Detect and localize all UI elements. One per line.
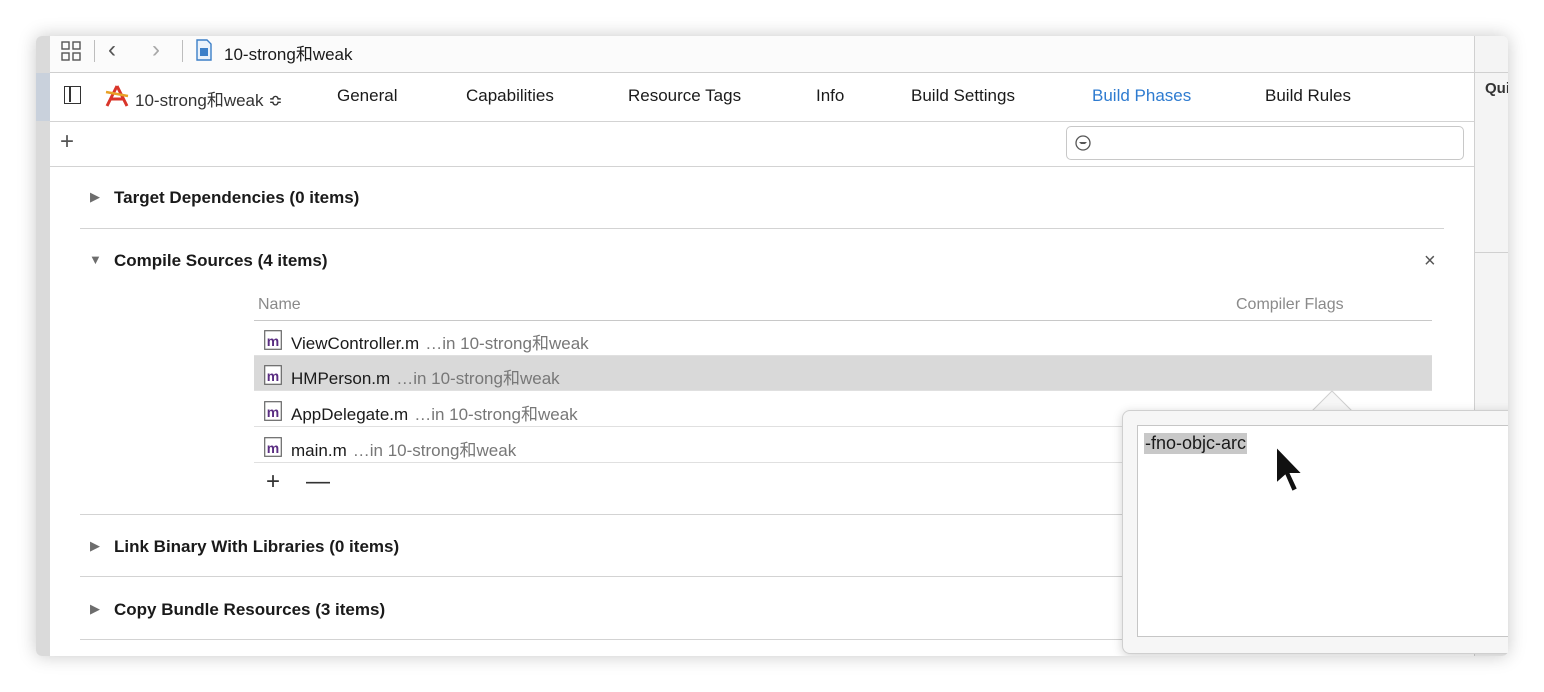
compiler-flags-editor[interactable]: -fno-objc-arc [1137,425,1508,637]
m-file-icon: m [264,437,282,457]
svg-text:m: m [267,333,279,349]
disclosure-expanded-icon[interactable]: ▼ [89,252,102,267]
m-file-icon: m [264,330,282,350]
row-filename: AppDelegate.m [291,405,409,424]
section-link-binary[interactable]: Link Binary With Libraries (0 items) [114,537,399,557]
inspector-divider [1475,252,1508,253]
chevron-left-icon[interactable]: ‹ [108,37,116,63]
section-target-dependencies[interactable]: Target Dependencies (0 items) [114,188,359,208]
row-target-membership: …in 10-strong和weak [396,369,560,388]
filter-bar: + [50,122,1474,167]
tab-build-rules[interactable]: Build Rules [1265,86,1351,106]
editor-tab-bar: 10-strong和weak ≎ General Capabilities Re… [50,73,1474,122]
table-row-selected[interactable]: m HMPerson.m …in 10-strong和weak [254,356,1432,391]
row-filename: ViewController.m [291,334,420,353]
target-selector[interactable]: 10-strong和weak ≎ [135,86,282,111]
mouse-pointer-icon [1275,444,1306,494]
file-icon [196,39,212,61]
tab-build-settings[interactable]: Build Settings [911,86,1015,106]
jumpbar-title[interactable]: 10-strong和weak [224,40,353,65]
left-gutter [36,36,50,656]
row-filename: HMPerson.m [291,369,391,388]
remove-source-button[interactable]: — [306,470,330,494]
plus-icon[interactable]: + [60,128,74,156]
jumpbar-separator [182,40,183,62]
disclosure-collapsed-icon[interactable]: ▶ [90,601,100,617]
tab-capabilities[interactable]: Capabilities [466,86,554,106]
tab-resource-tags[interactable]: Resource Tags [628,86,741,106]
filter-icon [1075,135,1091,151]
close-icon[interactable]: × [1424,250,1436,273]
row-filename: main.m [291,441,347,460]
svg-text:m: m [267,404,279,420]
disclosure-collapsed-icon[interactable]: ▶ [90,538,100,554]
tab-info[interactable]: Info [816,86,844,106]
svg-text:m: m [267,440,279,456]
app-target-icon[interactable] [104,84,130,108]
filter-field[interactable] [1066,126,1464,160]
row-target-membership: …in 10-strong和weak [425,334,589,353]
svg-text:m: m [267,368,279,384]
sidebar-toggle-icon[interactable] [64,86,81,104]
column-header-compiler-flags[interactable]: Compiler Flags [1236,296,1344,314]
chevron-right-icon[interactable]: › [152,37,160,63]
column-header-name[interactable]: Name [258,296,301,314]
m-file-icon: m [264,365,282,385]
disclosure-collapsed-icon[interactable]: ▶ [90,189,100,205]
section-compile-sources[interactable]: Compile Sources (4 items) [114,251,328,271]
tab-build-phases[interactable]: Build Phases [1092,86,1191,106]
xcode-window: ‹ › 10-strong和weak 10-strong和weak ≎ Gene… [36,36,1508,656]
compiler-flags-popover: -fno-objc-arc [1122,410,1508,654]
section-copy-bundle-resources[interactable]: Copy Bundle Resources (3 items) [114,600,385,620]
inspector-toolbar [1475,36,1508,73]
row-target-membership: …in 10-strong和weak [352,441,517,460]
grid-icon[interactable] [60,40,82,62]
section-divider [80,228,1444,229]
compiler-flags-text[interactable]: -fno-objc-arc [1144,433,1248,454]
m-file-icon: m [264,401,282,421]
table-row[interactable]: m ViewController.m …in 10-strong和weak [254,321,1432,356]
popover-arrow [1312,390,1352,412]
jumpbar-separator [94,40,95,62]
jump-bar: ‹ › 10-strong和weak [50,36,1474,73]
row-target-membership: …in 10-strong和weak [414,405,578,424]
inspector-label: Qui [1485,80,1508,97]
add-source-button[interactable]: + [266,470,280,494]
tab-general[interactable]: General [337,86,397,106]
